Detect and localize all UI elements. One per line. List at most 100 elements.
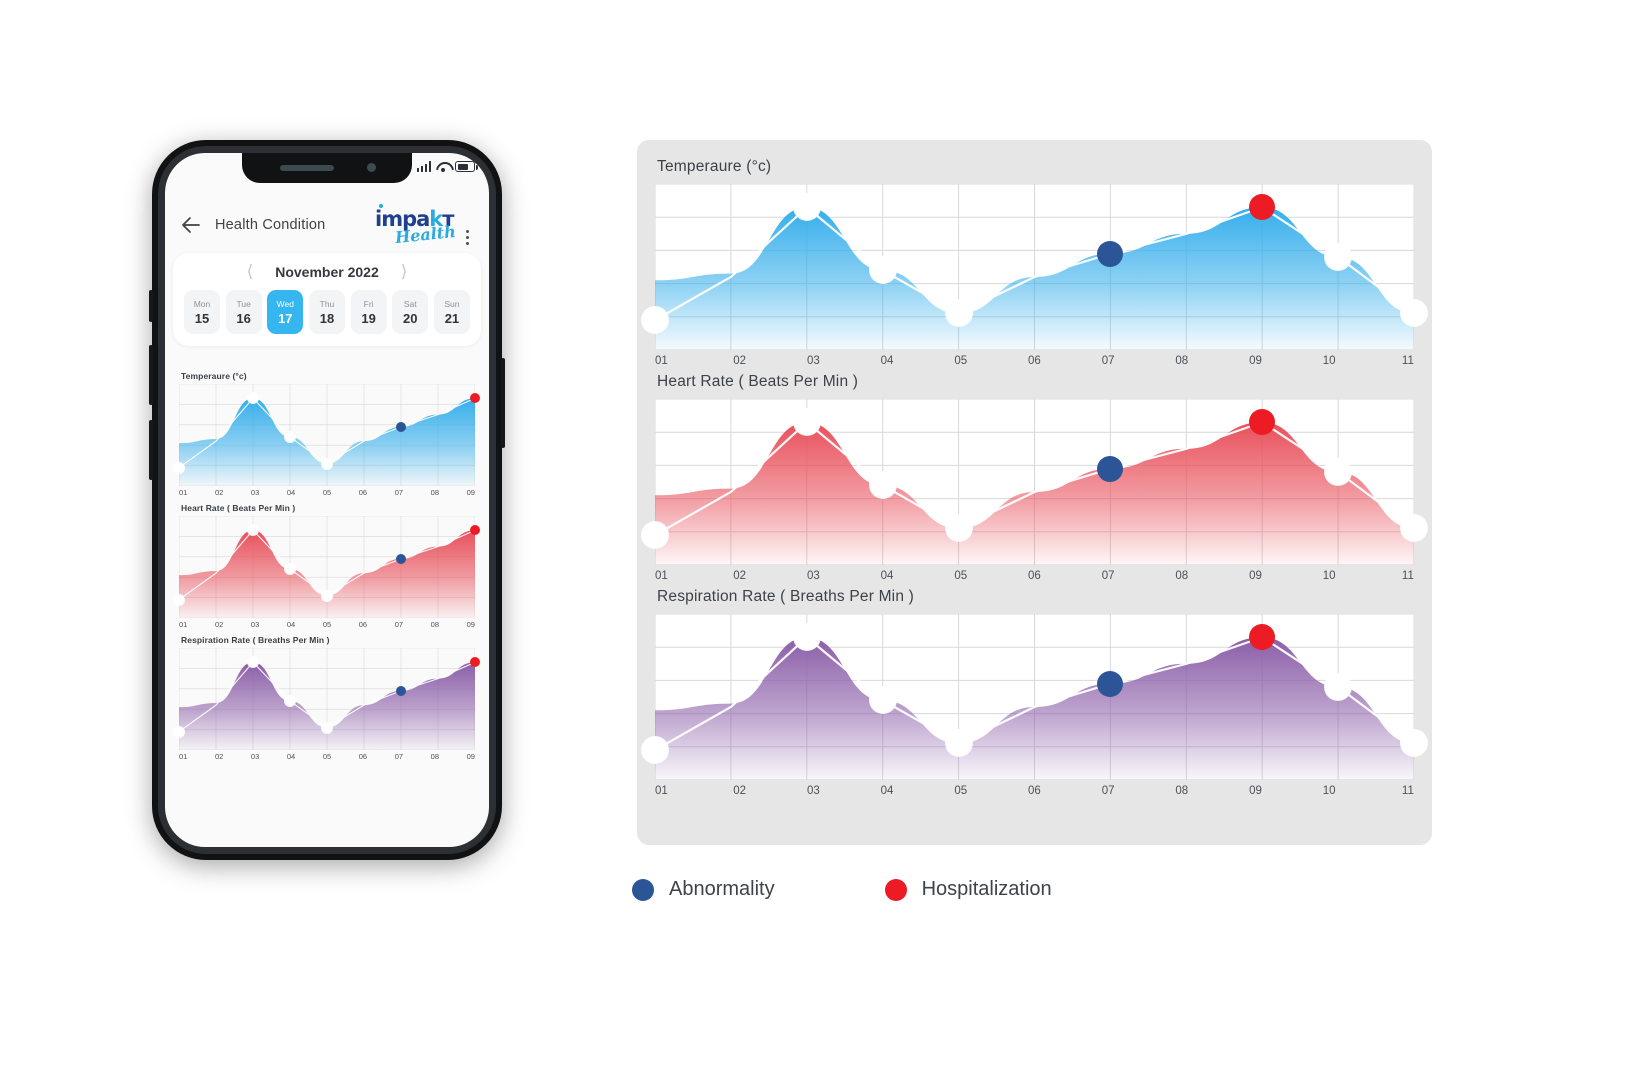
data-point-marker[interactable] [642, 737, 668, 764]
axis-tick-label: 01 [655, 570, 668, 582]
axis-tick-label: 09 [1249, 355, 1262, 367]
chart-plot-temperature[interactable] [642, 184, 1427, 350]
axis-tick-label: 01 [655, 785, 668, 797]
abnormality-marker[interactable] [396, 421, 406, 432]
day-weekday: Sat [403, 298, 417, 309]
data-point-marker[interactable] [322, 458, 332, 469]
day-number: 21 [444, 310, 460, 326]
back-arrow-icon[interactable] [179, 213, 203, 237]
calendar-day-wed-selected[interactable]: Wed 17 [267, 290, 304, 334]
axis-tick-label: 01 [179, 752, 188, 761]
data-point-marker[interactable] [945, 515, 972, 542]
calendar-month-label: November 2022 [275, 263, 379, 280]
hospitalization-marker[interactable] [470, 525, 480, 536]
data-point-marker[interactable] [869, 687, 896, 714]
data-point-marker[interactable] [322, 722, 332, 733]
chart-plot-respiration-rate[interactable] [642, 614, 1427, 780]
axis-tick-label: 02 [214, 752, 224, 761]
axis-tick-label: 01 [179, 488, 188, 497]
legend-item-hospitalization: Hospitalization [884, 878, 1052, 901]
abnormality-marker[interactable] [396, 553, 406, 564]
mini-chart-plot[interactable] [174, 384, 480, 486]
axis-tick-label: 03 [806, 355, 820, 367]
data-point-marker[interactable] [642, 522, 668, 549]
kebab-menu-icon[interactable] [459, 230, 475, 245]
chart-plot-heart-rate[interactable] [642, 399, 1427, 565]
legend-item-abnormality: Abnormality [632, 878, 775, 901]
data-point-marker[interactable] [1325, 459, 1352, 486]
data-point-marker[interactable] [174, 726, 184, 737]
data-point-marker[interactable] [1325, 674, 1352, 701]
calendar-day-tue[interactable]: Tue 16 [225, 290, 262, 334]
axis-tick-label: 06 [358, 488, 368, 497]
calendar-day-sat[interactable]: Sat 20 [392, 290, 429, 334]
legend-label: Hospitalization [921, 878, 1052, 900]
axis-tick-label: 06 [1028, 570, 1041, 582]
chart-title-heart-rate: Heart Rate ( Beats Per Min ) [657, 373, 859, 390]
data-point-marker[interactable] [793, 409, 820, 436]
axis-tick-label: 07 [394, 488, 404, 497]
data-point-marker[interactable] [869, 257, 896, 284]
data-point-marker[interactable] [642, 307, 668, 334]
axis-tick-label: 04 [286, 752, 296, 761]
battery-icon [455, 161, 478, 172]
abnormality-marker[interactable] [1097, 455, 1124, 482]
axis-tick-label: 10 [1322, 570, 1336, 582]
data-point-marker[interactable] [174, 462, 184, 473]
mini-chart-plot[interactable] [174, 516, 480, 618]
day-number: 18 [319, 310, 335, 326]
calendar-day-thu[interactable]: Thu 18 [308, 290, 345, 334]
data-point-marker[interactable] [793, 624, 820, 651]
chevron-left-icon[interactable]: ⟨ [247, 263, 254, 280]
day-number: 19 [361, 310, 376, 326]
data-point-marker[interactable] [174, 594, 184, 605]
calendar-day-strip: Mon 15 Tue 16 Wed 17 Thu 18 Fri 19 Sat 2… [181, 290, 473, 334]
abnormality-marker[interactable] [1097, 670, 1124, 697]
calendar-day-mon[interactable]: Mon 15 [184, 290, 220, 334]
abnormality-dot-icon [632, 878, 654, 901]
data-point-marker[interactable] [285, 564, 295, 575]
axis-tick-label: 03 [806, 785, 820, 797]
data-point-marker[interactable] [869, 472, 896, 499]
calendar-day-sun[interactable]: Sun 21 [433, 290, 470, 334]
earpiece-speaker-icon [280, 165, 334, 171]
axis-tick-label: 08 [430, 488, 440, 497]
axis-tick-label: 02 [733, 570, 747, 582]
chevron-right-icon[interactable]: ⟩ [401, 263, 408, 280]
data-point-marker[interactable] [793, 194, 820, 221]
day-weekday: Mon [193, 298, 211, 309]
axis-tick-label: 06 [358, 752, 368, 761]
axis-tick-label: 05 [954, 570, 968, 582]
axis-tick-label: 04 [286, 488, 296, 497]
day-number: 16 [236, 310, 251, 326]
data-point-marker[interactable] [285, 432, 295, 443]
axis-tick-label: 02 [214, 488, 224, 497]
phone-mockup: Health Condition impakт Health ⟨ Novembe… [149, 140, 505, 860]
data-point-marker[interactable] [1325, 244, 1352, 271]
data-point-marker[interactable] [1401, 730, 1427, 757]
mini-chart-x-axis: 01 02 03 04 05 06 07 08 09 [179, 488, 475, 497]
data-point-marker[interactable] [1401, 300, 1427, 327]
abnormality-marker[interactable] [1097, 240, 1124, 267]
day-weekday: Wed [276, 298, 294, 309]
axis-tick-label: 02 [733, 785, 747, 797]
calendar-day-fri[interactable]: Fri 19 [350, 290, 387, 334]
hospitalization-marker[interactable] [470, 657, 480, 668]
mini-chart-plot[interactable] [174, 648, 480, 750]
axis-tick-label: 11 [1401, 785, 1414, 797]
axis-tick-label: 05 [954, 785, 968, 797]
axis-tick-label: 09 [1249, 570, 1262, 582]
hospitalization-marker[interactable] [470, 393, 480, 404]
phone-notch [242, 153, 412, 183]
charts-panel: Temperaure (°c) 01 02 03 04 05 06 07 08 09 10 11 H… [637, 140, 1432, 845]
data-point-marker[interactable] [945, 300, 972, 327]
data-point-marker[interactable] [1401, 515, 1427, 542]
data-point-marker[interactable] [285, 696, 295, 707]
front-camera-icon [367, 163, 376, 172]
abnormality-marker[interactable] [396, 685, 406, 696]
mini-chart-title: Respiration Rate ( Breaths Per Min ) [181, 635, 330, 645]
axis-tick-label: 02 [733, 355, 747, 367]
data-point-marker[interactable] [945, 730, 972, 757]
data-point-marker[interactable] [322, 590, 332, 601]
axis-tick-label: 10 [1322, 785, 1336, 797]
